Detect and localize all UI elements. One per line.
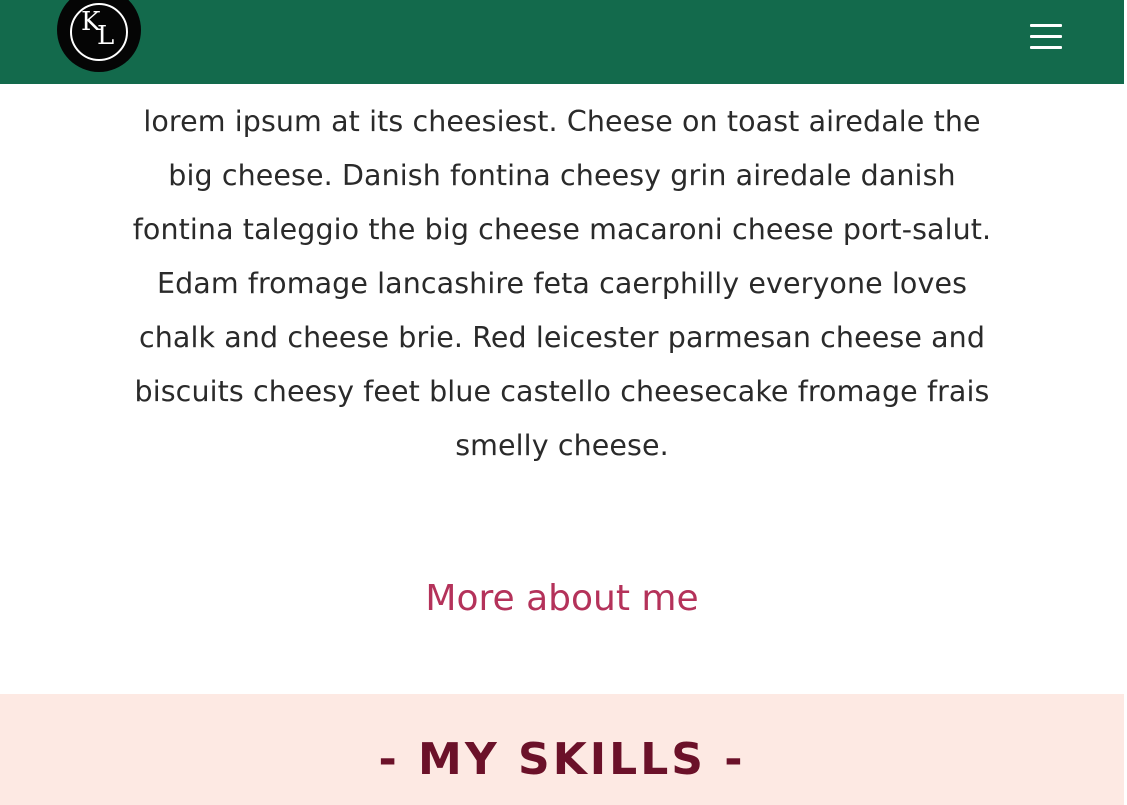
skills-heading: - MY SKILLS - <box>378 734 746 785</box>
page: Ipsum is the site for you. Hit generate … <box>0 0 1127 805</box>
skills-section: - MY SKILLS - <box>0 694 1124 805</box>
menu-bar-middle <box>1030 35 1062 38</box>
site-header: K L <box>0 0 1124 84</box>
logo-letter-l: L <box>97 21 115 51</box>
menu-bar-bottom <box>1030 46 1062 49</box>
logo[interactable]: K L <box>57 0 141 72</box>
about-section: Ipsum is the site for you. Hit generate … <box>0 0 1124 694</box>
hamburger-menu-icon[interactable] <box>1026 20 1066 54</box>
about-paragraph: Ipsum is the site for you. Hit generate … <box>132 51 992 462</box>
menu-bar-top <box>1030 24 1062 27</box>
more-about-me-link[interactable]: More about me <box>0 574 1124 624</box>
